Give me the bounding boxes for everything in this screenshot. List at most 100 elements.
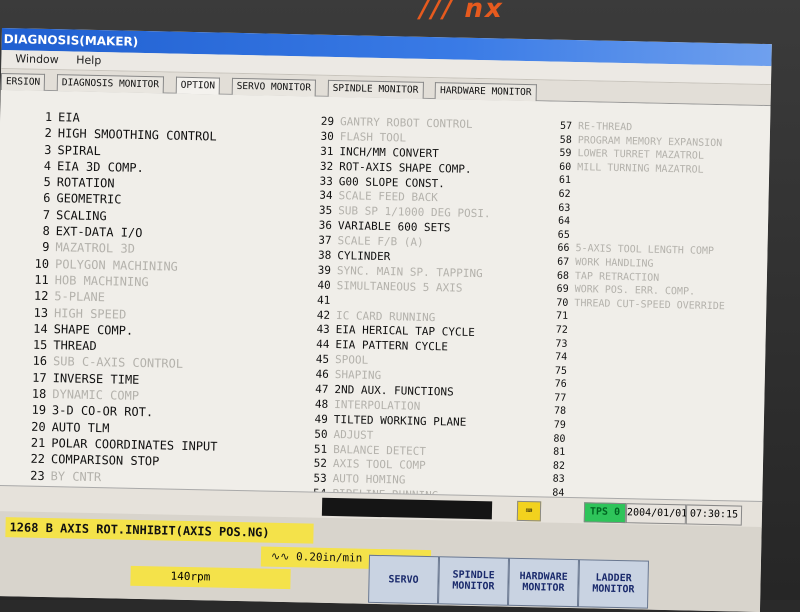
option-label: SYNC. MAIN SP. TAPPING: [337, 264, 483, 280]
option-number: 33: [311, 174, 333, 189]
option-number: 23: [14, 467, 44, 484]
option-label: 3-D CO-OR ROT.: [52, 403, 153, 419]
date-display: 2004/01/01: [626, 503, 686, 524]
option-number: 64: [550, 215, 570, 229]
option-number: 35: [310, 204, 332, 219]
option-label: ADJUST: [333, 428, 373, 442]
option-number: 36: [310, 219, 332, 234]
option-number: 78: [546, 405, 566, 419]
option-label: LOWER TURRET MAZATROL: [577, 148, 704, 162]
option-number: 71: [548, 310, 568, 324]
tab-hardware-monitor[interactable]: HARDWARE MONITOR: [435, 82, 537, 101]
option-number: 69: [549, 283, 569, 297]
option-number: 14: [18, 320, 48, 337]
option-number: 1: [22, 108, 52, 125]
option-label: WORK HANDLING: [575, 257, 653, 270]
option-number: 49: [306, 412, 328, 427]
option-number: 79: [546, 419, 566, 433]
window-title: DIAGNOSIS(MAKER): [4, 32, 139, 49]
option-label: GANTRY ROBOT CONTROL: [340, 115, 473, 131]
option-label: ROT-AXIS SHAPE COMP.: [339, 160, 472, 176]
option-number: 43: [308, 323, 330, 338]
option-number: 46: [307, 368, 329, 383]
option-number: 52: [305, 457, 327, 472]
option-column-3: 57RE-THREAD58PROGRAM MEMORY EXPANSION59L…: [544, 120, 762, 505]
option-number: 75: [547, 364, 567, 378]
option-label: VARIABLE 600 SETS: [338, 219, 451, 234]
option-column-2: 29GANTRY ROBOT CONTROL30FLASH TOOL31INCH…: [304, 115, 553, 537]
option-label: THREAD: [53, 338, 97, 353]
option-label: EIA PATTERN CYCLE: [335, 338, 448, 353]
option-number: 45: [307, 353, 329, 368]
option-label: HOB MACHINING: [55, 273, 149, 289]
option-number: 11: [19, 271, 49, 288]
message-field: [322, 498, 492, 520]
option-label: MILL TURNING MAZATROL: [577, 162, 704, 176]
option-number: 62: [550, 187, 570, 201]
tab-version[interactable]: ERSION: [1, 73, 46, 91]
option-number: 4: [21, 157, 51, 174]
option-label: 5-PLANE: [54, 289, 105, 304]
option-number: 41: [308, 293, 330, 308]
option-label: AUTO HOMING: [332, 472, 405, 487]
brand-logo: ∕∕∕ nx: [418, 0, 633, 16]
keyboard-icon[interactable]: ⌨: [517, 501, 541, 521]
option-number: 83: [545, 473, 565, 487]
time-display: 07:30:15: [686, 504, 742, 525]
option-number: 9: [19, 239, 49, 256]
menu-window[interactable]: Window: [15, 52, 59, 66]
option-number: 18: [16, 385, 46, 402]
menu-help[interactable]: Help: [76, 54, 101, 68]
option-number: 21: [15, 434, 45, 451]
option-number: 53: [304, 472, 326, 487]
option-number: 34: [310, 189, 332, 204]
option-number: 74: [547, 351, 567, 365]
option-number: 82: [545, 459, 565, 473]
option-number: 51: [305, 442, 327, 457]
option-label: EIA 3D COMP.: [57, 159, 144, 175]
ladder-monitor-button[interactable]: LADDER MONITOR: [578, 559, 649, 608]
option-label: BALANCE DETECT: [333, 443, 426, 458]
option-number: 38: [309, 249, 331, 264]
tab-spindle-monitor[interactable]: SPINDLE MONITOR: [327, 80, 423, 99]
option-number: 76: [547, 378, 567, 392]
option-label: RE-THREAD: [578, 121, 632, 133]
option-number: 30: [312, 129, 334, 144]
option-number: 50: [305, 427, 327, 442]
option-number: 3: [21, 141, 51, 158]
option-label: AXIS TOOL COMP: [333, 458, 426, 473]
option-label: EXT-DATA I/O: [56, 224, 143, 240]
servo-button[interactable]: SERVO: [368, 555, 439, 604]
option-label: COMPARISON STOP: [51, 452, 160, 468]
option-number: 19: [16, 402, 46, 419]
option-label: THREAD CUT-SPEED OVERRIDE: [574, 298, 725, 312]
option-number: 15: [17, 337, 47, 354]
option-label: SUB C-AXIS CONTROL: [53, 355, 183, 372]
option-label: SCALING: [56, 208, 107, 223]
option-label: SCALE F/B (A): [337, 234, 423, 249]
option-number: 73: [547, 337, 567, 351]
option-label: MAZATROL 3D: [55, 241, 135, 257]
option-number: 47: [306, 382, 328, 397]
option-label: TAP RETRACTION: [575, 271, 660, 284]
option-number: 31: [311, 144, 333, 159]
option-number: 81: [545, 446, 565, 460]
option-label: CYLINDER: [337, 249, 390, 263]
option-label: 5-AXIS TOOL LENGTH COMP: [575, 243, 714, 257]
option-label: SUB SP 1/1000 DEG POSI.: [338, 204, 491, 220]
spindle-monitor-button[interactable]: SPINDLE MONITOR: [438, 556, 509, 605]
tab-servo-monitor[interactable]: SERVO MONITOR: [231, 78, 316, 97]
tab-option[interactable]: OPTION: [176, 77, 221, 95]
option-label: HIGH SPEED: [54, 306, 127, 322]
option-number: 65: [550, 228, 570, 242]
option-label: ROTATION: [57, 175, 115, 190]
option-number: 2: [22, 125, 52, 142]
option-number: 29: [312, 115, 334, 130]
option-number: 10: [19, 255, 49, 272]
feed-wave-icon: ∿∿: [271, 550, 296, 564]
option-number: 20: [15, 418, 45, 435]
option-number: 13: [18, 304, 48, 321]
option-label: SPOOL: [335, 353, 368, 367]
option-number: 39: [309, 263, 331, 278]
option-label: G00 SLOPE CONST.: [339, 175, 445, 190]
